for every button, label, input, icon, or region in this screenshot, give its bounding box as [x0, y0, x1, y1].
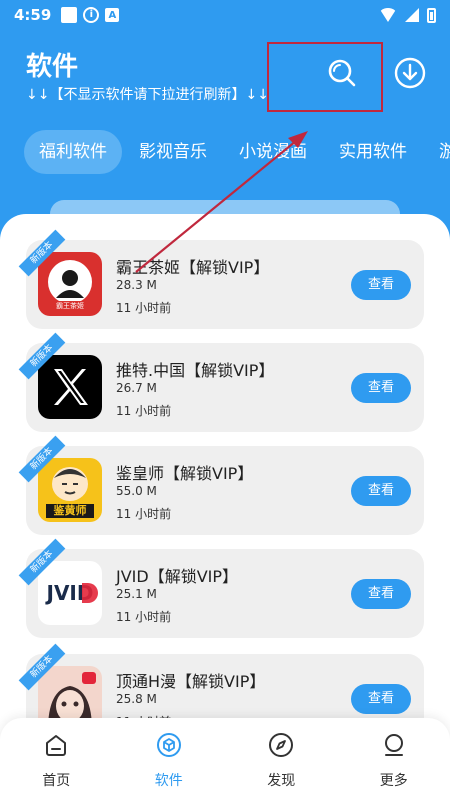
signal-icon [405, 8, 419, 22]
nav-label: 软件 [154, 773, 183, 789]
view-button[interactable]: 查看 [351, 579, 411, 609]
nav-more[interactable]: 更多 [338, 718, 450, 800]
jianhuangshi-icon: 鉴黄师 [38, 458, 102, 522]
battery-icon [427, 7, 436, 23]
nav-label: 首页 [42, 773, 71, 789]
app-name: 霸王茶姬【解锁VIP】 [116, 258, 270, 277]
app-time: 11 小时前 [116, 404, 172, 418]
tab-you[interactable]: 游 [424, 130, 450, 174]
bawang-icon: 霸王茶姬 [38, 252, 102, 316]
app-size: 25.1 M [116, 587, 157, 601]
more-icon [384, 734, 403, 756]
app-time: 11 小时前 [116, 610, 172, 624]
download-icon [394, 57, 426, 89]
view-button[interactable]: 查看 [351, 476, 411, 506]
app-name: 顶通H漫【解锁VIP】 [116, 672, 266, 691]
app-size: 25.8 M [116, 692, 157, 706]
app-time: 11 小时前 [116, 507, 172, 521]
app-name: JVID【解锁VIP】 [116, 567, 239, 586]
app-list: 霸王茶姬 新版本 霸王茶姬【解锁VIP】 28.3 M 11 小时前 查看 新版… [0, 214, 450, 800]
compass-icon [269, 733, 294, 757]
list-item[interactable]: 鉴黄师 新版本 鉴皇师【解锁VIP】 55.0 M 11 小时前 查看 [18, 435, 424, 535]
info-icon: i [83, 7, 100, 23]
notification-icon [61, 7, 78, 23]
home-icon [46, 735, 67, 756]
refresh-hint: ↓↓【不显示软件请下拉进行刷新】↓↓ [26, 87, 269, 103]
page-title: 软件 [26, 52, 79, 82]
cube-icon [156, 733, 181, 757]
app-size: 55.0 M [116, 484, 157, 498]
tab-yingshi[interactable]: 影视音乐 [124, 130, 222, 174]
tab-xiaoshuo[interactable]: 小说漫画 [224, 130, 322, 174]
bottom-nav: 首页 软件 发现 更多 [0, 718, 450, 800]
a-icon: A [105, 8, 120, 22]
list-item[interactable]: 霸王茶姬 新版本 霸王茶姬【解锁VIP】 28.3 M 11 小时前 查看 [18, 229, 424, 329]
nav-label: 发现 [267, 773, 296, 789]
nav-software[interactable]: 软件 [113, 718, 226, 800]
tab-shiyong[interactable]: 实用软件 [324, 130, 422, 174]
nav-home[interactable]: 首页 [0, 718, 113, 800]
search-icon [328, 59, 356, 87]
search-button[interactable] [325, 56, 359, 90]
app-name: 推特.中国【解锁VIP】 [116, 361, 275, 380]
list-item[interactable]: JVID 新版本 JVID【解锁VIP】 25.1 M 11 小时前 查看 [18, 538, 424, 638]
nav-label: 更多 [379, 773, 408, 789]
view-button[interactable]: 查看 [351, 270, 411, 300]
status-time: 4:59 [14, 6, 52, 24]
category-tabs: 福利软件 影视音乐 小说漫画 实用软件 游 [24, 130, 450, 174]
app-name: 鉴皇师【解锁VIP】 [116, 464, 254, 483]
jianhuangshi-icon-text: 鉴黄师 [53, 504, 87, 517]
nav-discover[interactable]: 发现 [225, 718, 338, 800]
status-bar: 4:59 i A [0, 0, 450, 30]
download-button[interactable] [393, 56, 427, 90]
list-item[interactable]: 新版本 推特.中国【解锁VIP】 26.7 M 11 小时前 查看 [18, 332, 424, 432]
view-button[interactable]: 查看 [351, 373, 411, 403]
view-button[interactable]: 查看 [351, 684, 411, 714]
tab-fuli[interactable]: 福利软件 [24, 130, 122, 174]
jvid-icon: JVID [38, 561, 102, 625]
app-size: 26.7 M [116, 381, 157, 395]
app-time: 11 小时前 [116, 301, 172, 315]
wifi-icon [379, 8, 397, 22]
app-size: 28.3 M [116, 278, 157, 292]
bawang-icon-text: 霸王茶姬 [56, 302, 84, 310]
x-logo-icon [38, 355, 102, 419]
